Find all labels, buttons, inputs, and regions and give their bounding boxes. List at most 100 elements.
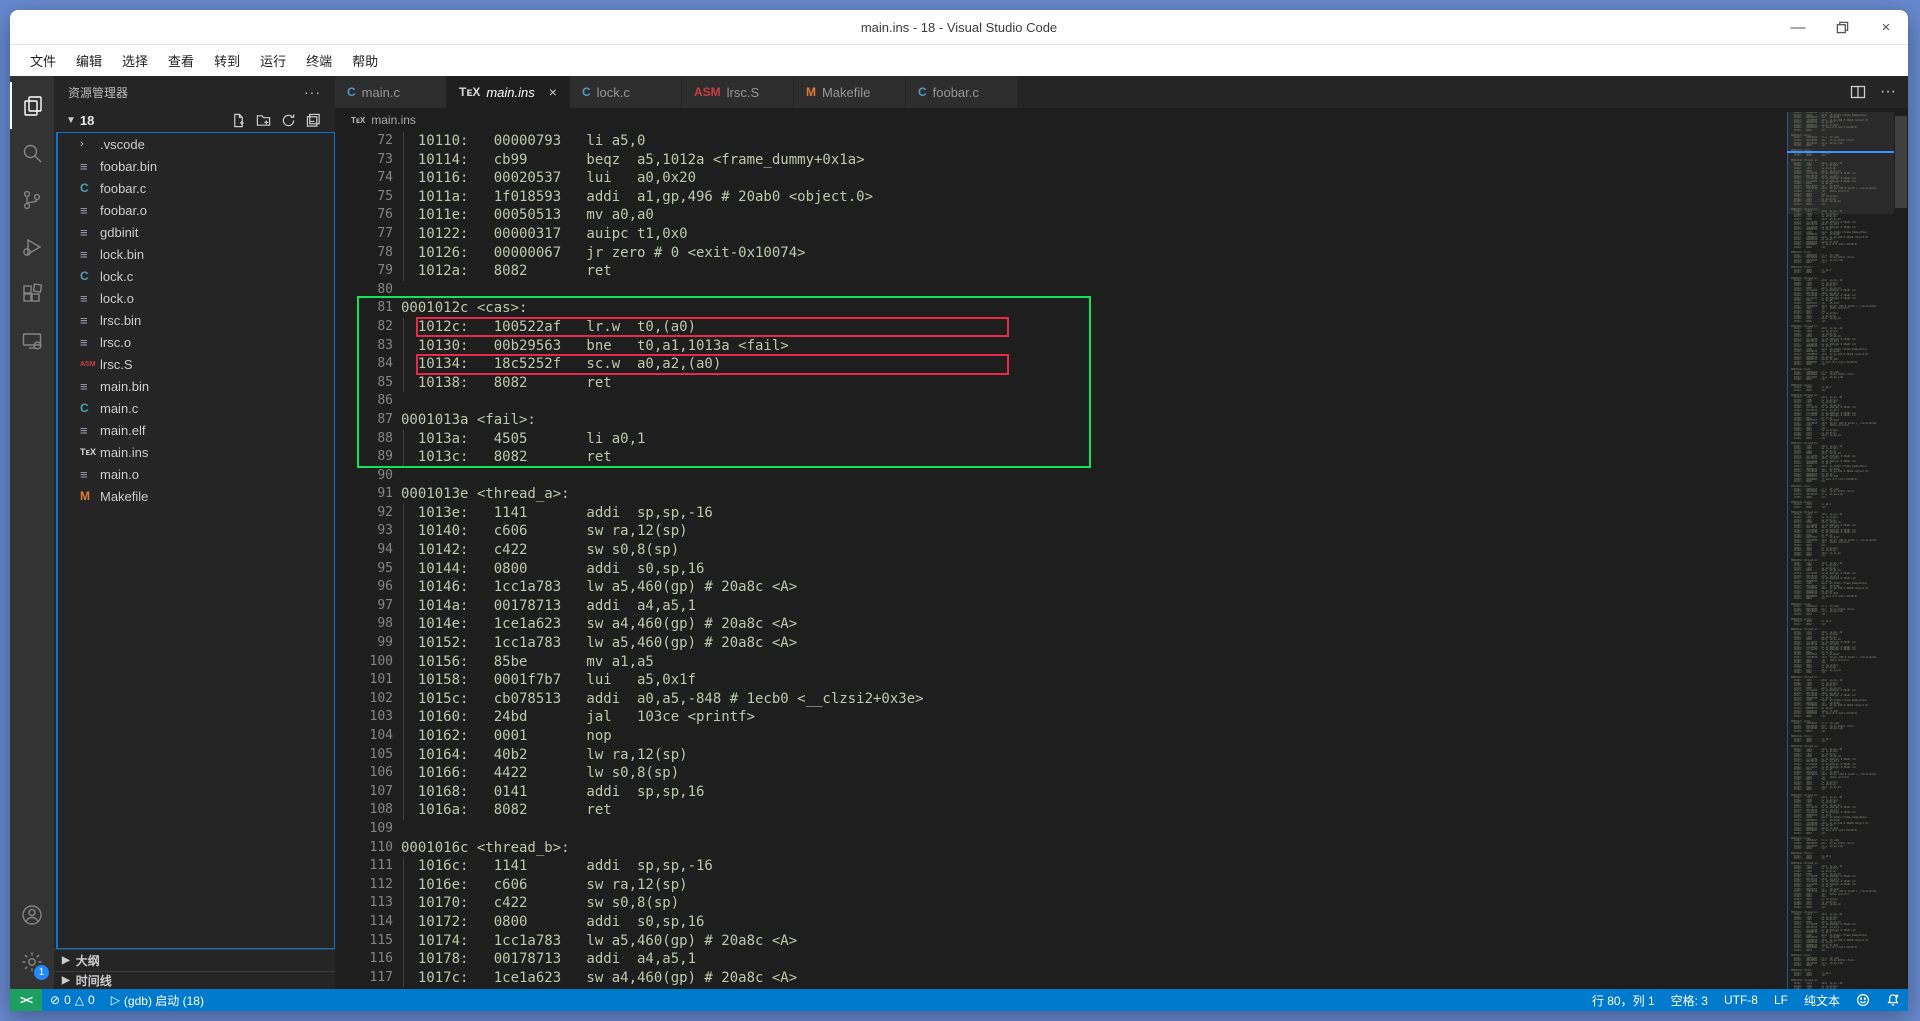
menu-item-4[interactable]: 转到: [204, 47, 250, 74]
code-line-93[interactable]: 93 10140: c606 sw ra,12(sp): [335, 522, 1787, 541]
vertical-scrollbar[interactable]: [1894, 112, 1908, 989]
file-item-foobar.o[interactable]: ≡foobar.o: [58, 199, 334, 221]
code-line-106[interactable]: 106 10166: 4422 lw s0,8(sp): [335, 764, 1787, 783]
settings-button[interactable]: 1: [10, 938, 54, 985]
code-line-112[interactable]: 112 1016e: c606 sw ra,12(sp): [335, 876, 1787, 895]
code-line-89[interactable]: 89 1013c: 8082 ret: [335, 448, 1787, 467]
code-line-84[interactable]: 84 10134: 18c5252f sc.w a0,a2,(a0): [335, 355, 1787, 374]
code-line-72[interactable]: 72 10110: 00000793 li a5,0: [335, 132, 1787, 151]
code-line-105[interactable]: 105 10164: 40b2 lw ra,12(sp): [335, 746, 1787, 765]
code-line-96[interactable]: 96 10146: 1cc1a783 lw a5,460(gp) # 20a8c…: [335, 578, 1787, 597]
file-item-lock.o[interactable]: ≡lock.o: [58, 287, 334, 309]
code-line-78[interactable]: 78 10126: 00000067 jr zero # 0 <exit-0x1…: [335, 244, 1787, 263]
code-line-107[interactable]: 107 10168: 0141 addi sp,sp,16: [335, 783, 1787, 802]
code-line-98[interactable]: 98 1014e: 1ce1a623 sw a4,460(gp) # 20a8c…: [335, 615, 1787, 634]
code-view[interactable]: 72 10110: 00000793 li a5,073 10114: cb99…: [335, 132, 1787, 989]
tab-main.ins[interactable]: TᴇXmain.ins×: [447, 76, 570, 108]
remote-indicator[interactable]: ><: [10, 989, 42, 1011]
file-item-lock.bin[interactable]: ≡lock.bin: [58, 243, 334, 265]
code-line-94[interactable]: 94 10142: c422 sw s0,8(sp): [335, 541, 1787, 560]
code-line-99[interactable]: 99 10152: 1cc1a783 lw a5,460(gp) # 20a8c…: [335, 634, 1787, 653]
code-line-90[interactable]: 90: [335, 467, 1787, 486]
editor-more-icon[interactable]: ···: [1880, 83, 1896, 101]
code-line-77[interactable]: 77 10122: 00000317 auipc t1,0x0: [335, 225, 1787, 244]
code-line-76[interactable]: 76 1011e: 00050513 mv a0,a0: [335, 206, 1787, 225]
code-line-116[interactable]: 116 10178: 00178713 addi a4,a5,1: [335, 950, 1787, 969]
tab-Makefile[interactable]: MMakefile: [794, 76, 906, 108]
file-item-lrsc.bin[interactable]: ≡lrsc.bin: [58, 309, 334, 331]
minimize-button[interactable]: —: [1790, 20, 1806, 36]
status-right-item-4[interactable]: 纯文本: [1796, 989, 1848, 1011]
code-line-88[interactable]: 88 1013a: 4505 li a0,1: [335, 430, 1787, 449]
feedback-button[interactable]: [1848, 989, 1878, 1011]
menu-item-2[interactable]: 选择: [112, 47, 158, 74]
status-right-item-0[interactable]: 行 80，列 1: [1584, 989, 1663, 1011]
minimap[interactable]: 10110: 00000793 li a5,0 10114: cb99 beqz…: [1787, 112, 1894, 989]
file-item-main.c[interactable]: Cmain.c: [58, 397, 334, 419]
code-line-91[interactable]: 910001013e <thread_a>:: [335, 485, 1787, 504]
code-line-114[interactable]: 114 10172: 0800 addi s0,sp,16: [335, 913, 1787, 932]
minimap-slider[interactable]: [1787, 112, 1894, 214]
file-item-Makefile[interactable]: MMakefile: [58, 485, 334, 507]
code-line-75[interactable]: 75 1011a: 1f018593 addi a1,gp,496 # 20ab…: [335, 188, 1787, 207]
new-file-icon[interactable]: [231, 113, 246, 128]
status-right-item-2[interactable]: UTF-8: [1716, 989, 1766, 1011]
notifications-button[interactable]: [1878, 989, 1908, 1011]
account-button[interactable]: [10, 891, 54, 938]
code-line-113[interactable]: 113 10170: c422 sw s0,8(sp): [335, 894, 1787, 913]
code-line-101[interactable]: 101 10158: 0001f7b7 lui a5,0x1f: [335, 671, 1787, 690]
tab-lrsc.S[interactable]: ASMlrsc.S: [682, 76, 794, 108]
activity-run-debug[interactable]: [10, 223, 54, 270]
menu-item-5[interactable]: 运行: [250, 47, 296, 74]
code-line-100[interactable]: 100 10156: 85be mv a1,a5: [335, 653, 1787, 672]
explorer-more-icon[interactable]: ···: [304, 84, 321, 100]
menu-item-1[interactable]: 编辑: [66, 47, 112, 74]
code-line-97[interactable]: 97 1014a: 00178713 addi a4,a5,1: [335, 597, 1787, 616]
code-line-82[interactable]: 82 1012c: 100522af lr.w t0,(a0): [335, 318, 1787, 337]
activity-search[interactable]: [10, 129, 54, 176]
code-line-92[interactable]: 92 1013e: 1141 addi sp,sp,-16: [335, 504, 1787, 523]
file-item-gdbinit[interactable]: ≡gdbinit: [58, 221, 334, 243]
menu-item-7[interactable]: 帮助: [342, 47, 388, 74]
code-line-86[interactable]: 86: [335, 392, 1787, 411]
split-editor-icon[interactable]: [1850, 84, 1866, 100]
code-line-79[interactable]: 79 1012a: 8082 ret: [335, 262, 1787, 281]
menu-item-0[interactable]: 文件: [20, 47, 66, 74]
timeline-panel-header[interactable]: ▶ 时间线: [54, 971, 335, 989]
code-line-85[interactable]: 85 10138: 8082 ret: [335, 374, 1787, 393]
file-item-main.ins[interactable]: TᴇXmain.ins: [58, 441, 334, 463]
new-folder-icon[interactable]: [256, 113, 271, 128]
code-line-109[interactable]: 109: [335, 820, 1787, 839]
status-right-item-1[interactable]: 空格: 3: [1663, 989, 1716, 1011]
code-line-102[interactable]: 102 1015c: cb078513 addi a0,a5,-848 # 1e…: [335, 690, 1787, 709]
tab-close-icon[interactable]: ×: [549, 84, 557, 100]
collapse-all-icon[interactable]: [306, 113, 321, 128]
problems-indicator[interactable]: ⊘ 0 △ 0: [42, 989, 103, 1011]
close-button[interactable]: ×: [1878, 20, 1894, 36]
code-line-103[interactable]: 103 10160: 24bd jal 103ce <printf>: [335, 708, 1787, 727]
file-item-foobar.bin[interactable]: ≡foobar.bin: [58, 155, 334, 177]
code-line-95[interactable]: 95 10144: 0800 addi s0,sp,16: [335, 560, 1787, 579]
file-item-main.bin[interactable]: ≡main.bin: [58, 375, 334, 397]
debug-launch-indicator[interactable]: ▷ (gdb) 启动 (18): [103, 989, 212, 1011]
file-item-main.elf[interactable]: ≡main.elf: [58, 419, 334, 441]
activity-extensions[interactable]: [10, 270, 54, 317]
restore-button[interactable]: [1834, 20, 1850, 36]
code-line-108[interactable]: 108 1016a: 8082 ret: [335, 801, 1787, 820]
code-line-117[interactable]: 117 1017c: 1ce1a623 sw a4,460(gp) # 20a8…: [335, 969, 1787, 988]
code-line-80[interactable]: 80: [335, 281, 1787, 300]
title-bar[interactable]: main.ins - 18 - Visual Studio Code — ×: [10, 10, 1908, 45]
file-item-foobar.c[interactable]: Cfoobar.c: [58, 177, 334, 199]
activity-source-control[interactable]: [10, 176, 54, 223]
file-item-.vscode[interactable]: ›.vscode: [58, 133, 334, 155]
code-line-81[interactable]: 810001012c <cas>:: [335, 299, 1787, 318]
file-item-lrsc.S[interactable]: ASMlrsc.S: [58, 353, 334, 375]
menu-item-3[interactable]: 查看: [158, 47, 204, 74]
code-line-111[interactable]: 111 1016c: 1141 addi sp,sp,-16: [335, 857, 1787, 876]
code-line-115[interactable]: 115 10174: 1cc1a783 lw a5,460(gp) # 20a8…: [335, 932, 1787, 951]
code-line-87[interactable]: 870001013a <fail>:: [335, 411, 1787, 430]
tab-lock.c[interactable]: Clock.c: [570, 76, 682, 108]
menu-item-6[interactable]: 终端: [296, 47, 342, 74]
refresh-icon[interactable]: [281, 113, 296, 128]
code-line-110[interactable]: 1100001016c <thread_b>:: [335, 839, 1787, 858]
